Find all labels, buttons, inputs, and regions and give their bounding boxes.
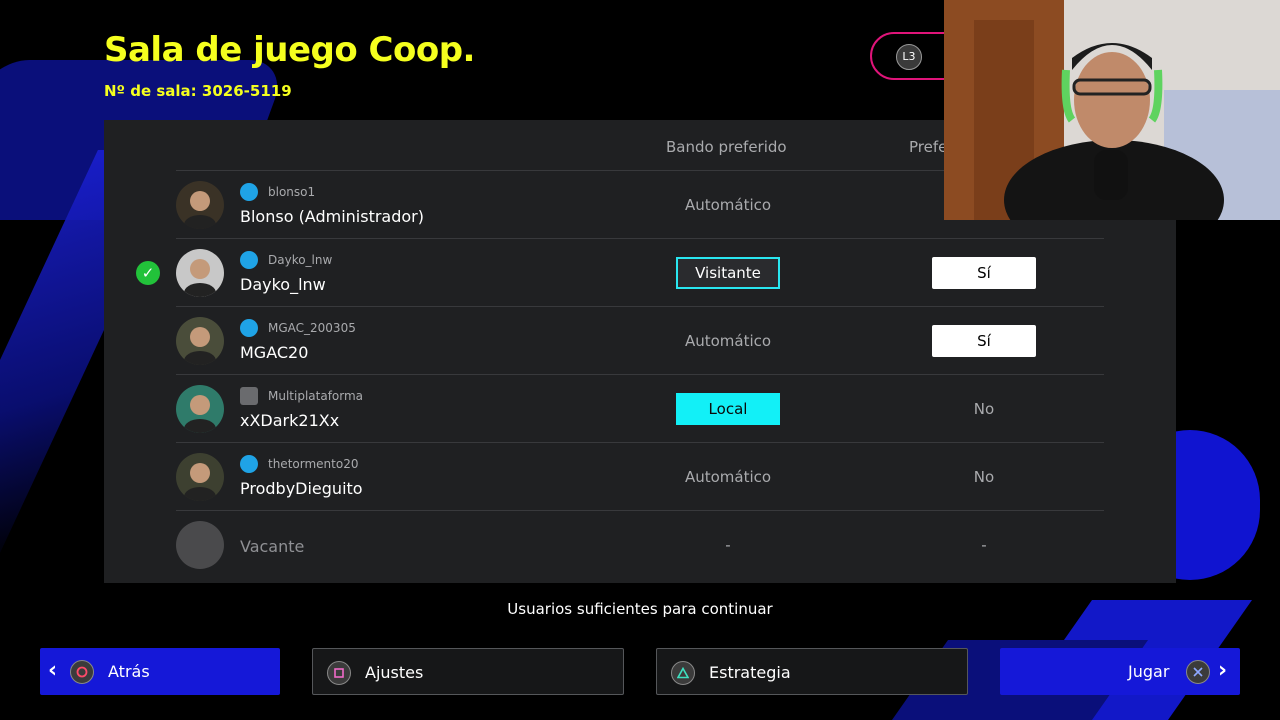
preferred-side[interactable]: Visitante (676, 257, 780, 289)
back-label: Atrás (108, 662, 150, 681)
online-id: Multiplataforma (268, 389, 364, 403)
avatar (176, 317, 224, 365)
player-row[interactable]: thetormento20 ProdbyDieguito Automático No (176, 442, 1104, 510)
online-id: blonso1 (268, 185, 316, 199)
play-label: Jugar (1128, 662, 1170, 681)
player-name: Dayko_lnw (240, 275, 326, 294)
square-button-icon (327, 661, 351, 685)
play-button[interactable]: Jugar › (1000, 648, 1240, 695)
player-name: Blonso (Administrador) (240, 207, 424, 226)
status-message: Usuarios suficientes para continuar (507, 600, 773, 618)
strategy-label: Estrategia (709, 663, 791, 682)
gamepad-icon (240, 387, 258, 405)
settings-label: Ajustes (365, 663, 424, 682)
online-id: Dayko_lnw (268, 253, 333, 267)
preference-value: - (981, 536, 987, 554)
player-name: MGAC20 (240, 343, 309, 362)
chevron-left-icon: ‹ (48, 658, 58, 683)
circle-button-icon (70, 660, 94, 684)
preference-value[interactable]: Sí (932, 325, 1036, 357)
strategy-button[interactable]: Estrategia (656, 648, 968, 695)
webcam-overlay (944, 0, 1280, 220)
preference-value: No (973, 400, 995, 418)
preferred-side[interactable]: Local (676, 393, 780, 425)
preferred-side: Automático (684, 332, 772, 350)
avatar (176, 181, 224, 229)
preferred-side: Automático (684, 468, 772, 486)
avatar (176, 385, 224, 433)
column-header-preference: Prefe (909, 138, 948, 156)
preferred-side: Automático (684, 196, 772, 214)
preferred-side: - (725, 536, 731, 554)
room-number: Nº de sala: 3026-5119 (104, 82, 292, 100)
l3-button-icon: L3 (896, 44, 922, 70)
empty-avatar (176, 521, 224, 569)
chevron-right-icon: › (1218, 658, 1228, 683)
playstation-icon (240, 455, 258, 473)
player-name: Vacante (240, 537, 305, 556)
player-name: ProdbyDieguito (240, 479, 363, 498)
playstation-icon (240, 319, 258, 337)
player-row[interactable]: MGAC_200305 MGAC20 Automático Sí (176, 306, 1104, 374)
triangle-button-icon (671, 661, 695, 685)
playstation-icon (240, 183, 258, 201)
preference-value: No (973, 468, 995, 486)
online-id: thetormento20 (268, 457, 359, 471)
column-header-preferred-side: Bando preferido (666, 138, 787, 156)
player-row[interactable]: Multiplataforma xXDark21Xx Local No (176, 374, 1104, 442)
ready-check-icon: ✓ (136, 261, 160, 285)
player-row[interactable]: Dayko_lnw Dayko_lnw Visitante Sí (176, 238, 1104, 306)
online-id: MGAC_200305 (268, 321, 356, 335)
page-title: Sala de juego Coop. (104, 30, 475, 70)
avatar (176, 249, 224, 297)
player-row[interactable]: Vacante - - (176, 510, 1104, 578)
preference-value[interactable]: Sí (932, 257, 1036, 289)
playstation-icon (240, 251, 258, 269)
cross-button-icon (1186, 660, 1210, 684)
player-name: xXDark21Xx (240, 411, 340, 430)
back-button[interactable]: ‹ Atrás (40, 648, 280, 695)
avatar (176, 453, 224, 501)
settings-button[interactable]: Ajustes (312, 648, 624, 695)
